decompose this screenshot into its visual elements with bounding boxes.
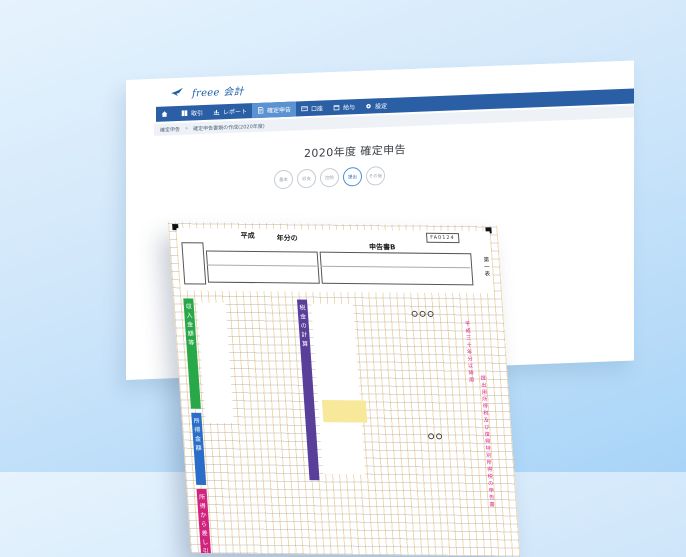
background-scene: freee 会計 取引 レポート 確定申告 口座 給与 設定 確定申告 » 確定… <box>0 0 686 557</box>
nav-item-settei[interactable]: 設定 <box>360 98 392 114</box>
nav-label: 給与 <box>343 104 356 112</box>
circle-mark <box>419 310 426 317</box>
circle-mark <box>427 310 434 318</box>
card-icon <box>301 106 308 112</box>
step-indicator: 基本 収支 控除 提出 その後 <box>274 166 389 190</box>
address-field <box>205 250 320 284</box>
breadcrumb-current: 確定申告書類の作成(2020年度) <box>193 123 265 132</box>
step-kihon[interactable]: 基本 <box>274 169 293 190</box>
chart-icon <box>213 109 220 115</box>
book-icon <box>181 110 188 117</box>
home-icon <box>161 111 168 117</box>
bird-logo-icon <box>171 87 183 97</box>
page-title: 2020年度 確定申告 <box>304 143 406 161</box>
breadcrumb-root-link[interactable]: 確定申告 <box>160 125 180 133</box>
app-logo-text[interactable]: freee 会計 <box>192 82 244 99</box>
step-sonogo[interactable]: その後 <box>366 166 385 186</box>
form-code: FA0124 <box>425 232 460 244</box>
nav-label: 確定申告 <box>267 106 292 115</box>
name-field <box>319 251 474 286</box>
nav-item-koza[interactable]: 口座 <box>296 100 328 116</box>
nav-item-report[interactable]: レポート <box>208 103 252 120</box>
step-kojo[interactable]: 控除 <box>320 167 339 188</box>
form-era-label: 平成 <box>240 231 255 240</box>
step-teishutsu[interactable]: 提出 <box>343 166 362 187</box>
nav-label: 口座 <box>311 105 324 113</box>
form-year-label: 年分の <box>276 234 299 243</box>
tax-form-sheet: 平成 年分の 申告書B FA0124 第一表 収入金額等 所得金額 所得から差し… <box>168 222 521 557</box>
gear-icon <box>366 103 371 109</box>
form-header: 平成 年分の 申告書B FA0124 第一表 <box>176 228 494 294</box>
nav-label: レポート <box>223 108 248 117</box>
nav-item-kakutei-shinkoku[interactable]: 確定申告 <box>252 101 297 119</box>
nav-item-torihiki[interactable]: 取引 <box>176 105 208 121</box>
calendar-icon <box>333 105 340 111</box>
nav-label: 設定 <box>375 102 388 111</box>
circle-mark <box>435 433 443 440</box>
step-shushi[interactable]: 収支 <box>297 168 316 189</box>
home-nav-button[interactable] <box>156 106 176 122</box>
circle-mark <box>411 310 418 317</box>
nav-label: 取引 <box>191 110 204 118</box>
form-title: 申告書B <box>368 243 396 252</box>
address-box <box>181 242 207 285</box>
document-icon <box>258 107 264 114</box>
circle-mark <box>427 433 435 440</box>
nav-item-kyuyo[interactable]: 給与 <box>328 99 360 115</box>
highlighted-cell <box>321 400 368 423</box>
form-sheet-number: 第一表 <box>483 257 491 278</box>
breadcrumb-separator: » <box>185 125 189 132</box>
